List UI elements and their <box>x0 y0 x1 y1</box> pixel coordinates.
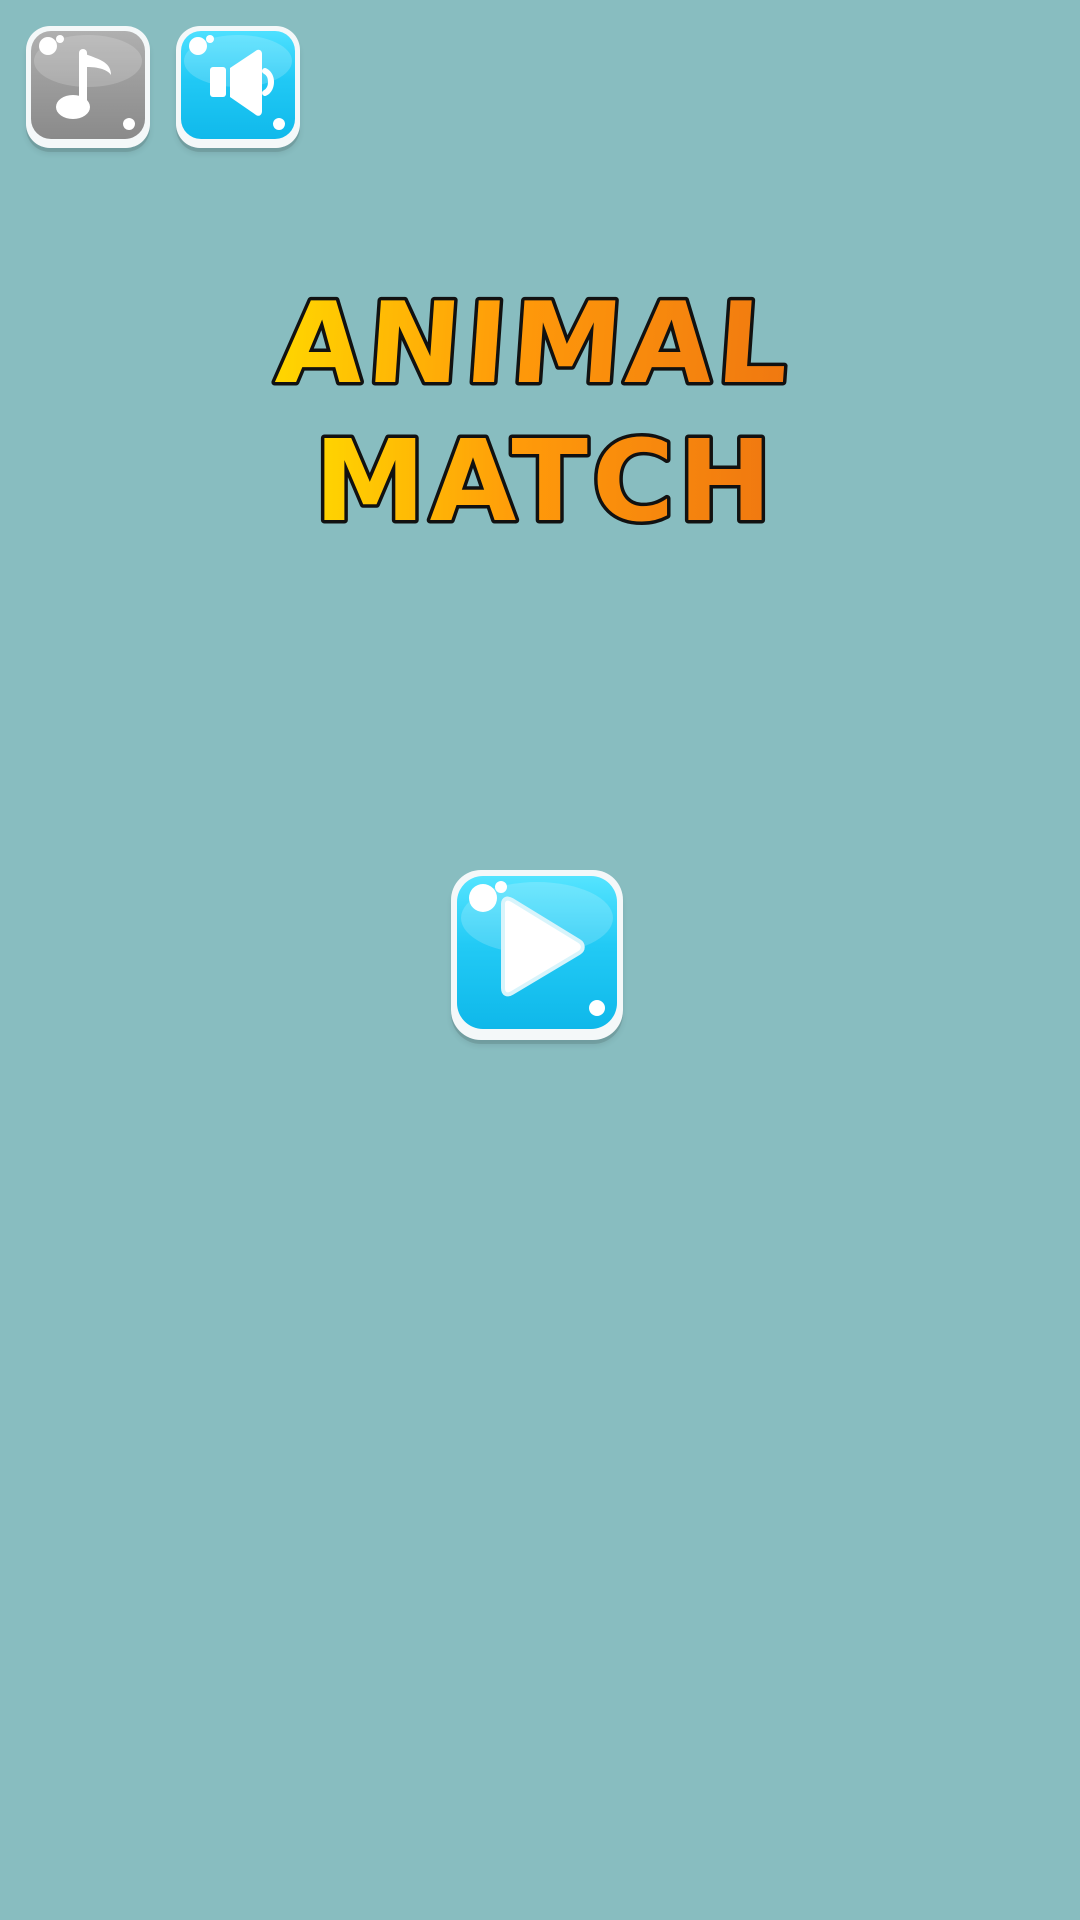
music-button-face <box>31 31 145 139</box>
title-line-1: ANIMAL <box>273 279 798 409</box>
music-toggle-button[interactable] <box>26 26 150 148</box>
music-note-icon <box>34 35 142 130</box>
main-menu-screen: ANIMAL MATCH <box>0 0 1080 1920</box>
play-button[interactable] <box>451 870 623 1040</box>
play-button-face <box>457 876 617 1029</box>
title-line-2: MATCH <box>314 417 776 540</box>
sound-toggle-button[interactable] <box>176 26 300 148</box>
game-title: ANIMAL MATCH <box>269 270 810 551</box>
sound-button-face <box>181 31 295 139</box>
game-title-logo: ANIMAL MATCH <box>269 276 801 551</box>
play-icon <box>461 881 613 1016</box>
speaker-icon <box>184 35 292 130</box>
